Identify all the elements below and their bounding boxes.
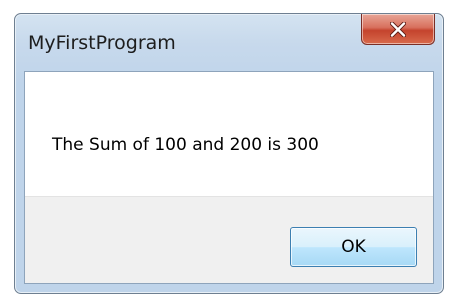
- close-button[interactable]: [361, 14, 435, 45]
- title-bar[interactable]: MyFirstProgram: [15, 14, 443, 74]
- message-box-window: MyFirstProgram The Sum of 100 and 200 is…: [14, 13, 444, 294]
- message-text: The Sum of 100 and 200 is 300: [52, 135, 319, 155]
- ok-button[interactable]: OK: [290, 227, 417, 267]
- button-bar: OK: [25, 196, 433, 283]
- dialog-content: The Sum of 100 and 200 is 300 OK: [24, 71, 434, 284]
- close-icon: [390, 21, 406, 37]
- window-title: MyFirstProgram: [28, 32, 176, 54]
